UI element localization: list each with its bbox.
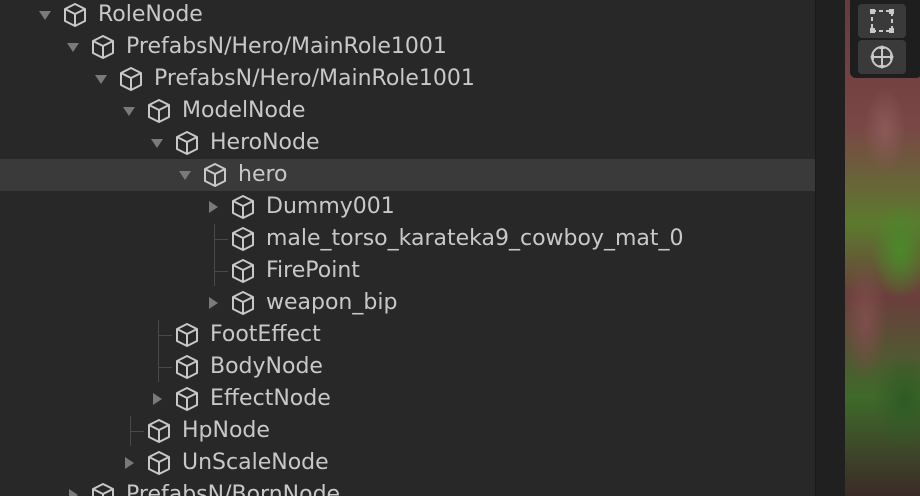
hierarchy-row[interactable]: PrefabsN/BornNode [0, 479, 815, 496]
hierarchy-row-label: FirePoint [266, 258, 360, 283]
hierarchy-row-label: ModelNode [182, 98, 306, 123]
hierarchy-row-label: FootEffect [210, 322, 321, 347]
hierarchy-row-label: HeroNode [210, 130, 320, 155]
gameobject-cube-icon [176, 355, 198, 379]
gameobject-cube-icon [148, 419, 170, 443]
gameobject-cube-icon [148, 451, 170, 475]
hierarchy-row-label: UnScaleNode [182, 450, 329, 475]
gameobject-cube-icon [176, 323, 198, 347]
rect-tool-button[interactable] [858, 4, 906, 38]
foldout-expanded-icon[interactable] [150, 136, 164, 150]
hierarchy-row-label: Dummy001 [266, 194, 395, 219]
gameobject-cube-icon [232, 195, 254, 219]
foldout-collapsed-icon[interactable] [206, 296, 220, 310]
hierarchy-row[interactable]: weapon_bip [0, 287, 815, 319]
hierarchy-row[interactable]: male_torso_karateka9_cowboy_mat_0 [0, 223, 815, 255]
gameobject-cube-icon [148, 99, 170, 123]
gameobject-cube-icon [232, 291, 254, 315]
foldout-expanded-icon[interactable] [38, 8, 52, 22]
transform-tool-button[interactable] [858, 40, 906, 74]
hierarchy-row-label: BodyNode [210, 354, 323, 379]
hierarchy-row-label: HpNode [182, 418, 270, 443]
foldout-collapsed-icon[interactable] [66, 488, 80, 496]
hierarchy-row-label: hero [238, 162, 288, 187]
gameobject-cube-icon [232, 227, 254, 251]
gameobject-cube-icon [120, 67, 142, 91]
transform-tool-icon [870, 45, 894, 69]
hierarchy-row-label: PrefabsN/Hero/MainRole1001 [126, 34, 447, 59]
hierarchy-row[interactable]: PrefabsN/Hero/MainRole1001 [0, 63, 815, 95]
foldout-expanded-icon[interactable] [178, 168, 192, 182]
hierarchy-row[interactable]: Dummy001 [0, 191, 815, 223]
hierarchy-panel: RoleNode PrefabsN/Hero/MainRole1001 Prefab… [0, 0, 815, 496]
gameobject-cube-icon [92, 483, 114, 496]
hierarchy-row[interactable]: RoleNode [0, 0, 815, 31]
foldout-expanded-icon[interactable] [94, 72, 108, 86]
hierarchy-row[interactable]: ModelNode [0, 95, 815, 127]
hierarchy-row[interactable]: BodyNode [0, 351, 815, 383]
hierarchy-row-label: RoleNode [98, 2, 203, 27]
gameobject-cube-icon [176, 387, 198, 411]
foldout-collapsed-icon[interactable] [150, 392, 164, 406]
hierarchy-row[interactable]: EffectNode [0, 383, 815, 415]
hierarchy-row[interactable]: PrefabsN/Hero/MainRole1001 [0, 31, 815, 63]
panel-divider[interactable] [815, 0, 846, 496]
foldout-expanded-icon[interactable] [66, 40, 80, 54]
foldout-expanded-icon[interactable] [122, 104, 136, 118]
hierarchy-row[interactable]: hero [0, 159, 815, 191]
rect-tool-icon [870, 9, 894, 33]
gameobject-cube-icon [232, 259, 254, 283]
hierarchy-row-label: PrefabsN/Hero/MainRole1001 [154, 66, 475, 91]
foldout-collapsed-icon[interactable] [206, 200, 220, 214]
scene-tool-overlay [850, 0, 920, 78]
gameobject-cube-icon [204, 163, 226, 187]
gameobject-cube-icon [92, 35, 114, 59]
hierarchy-row-label: weapon_bip [266, 290, 398, 315]
foldout-collapsed-icon[interactable] [122, 456, 136, 470]
hierarchy-row-label: PrefabsN/BornNode [126, 482, 341, 496]
hierarchy-row[interactable]: HeroNode [0, 127, 815, 159]
gameobject-cube-icon [64, 3, 86, 27]
hierarchy-row[interactable]: UnScaleNode [0, 447, 815, 479]
gameobject-cube-icon [176, 131, 198, 155]
hierarchy-row-label: EffectNode [210, 386, 331, 411]
hierarchy-row[interactable]: FootEffect [0, 319, 815, 351]
hierarchy-row-label: male_torso_karateka9_cowboy_mat_0 [266, 226, 684, 251]
hierarchy-row[interactable]: FirePoint [0, 255, 815, 287]
hierarchy-row[interactable]: HpNode [0, 415, 815, 447]
